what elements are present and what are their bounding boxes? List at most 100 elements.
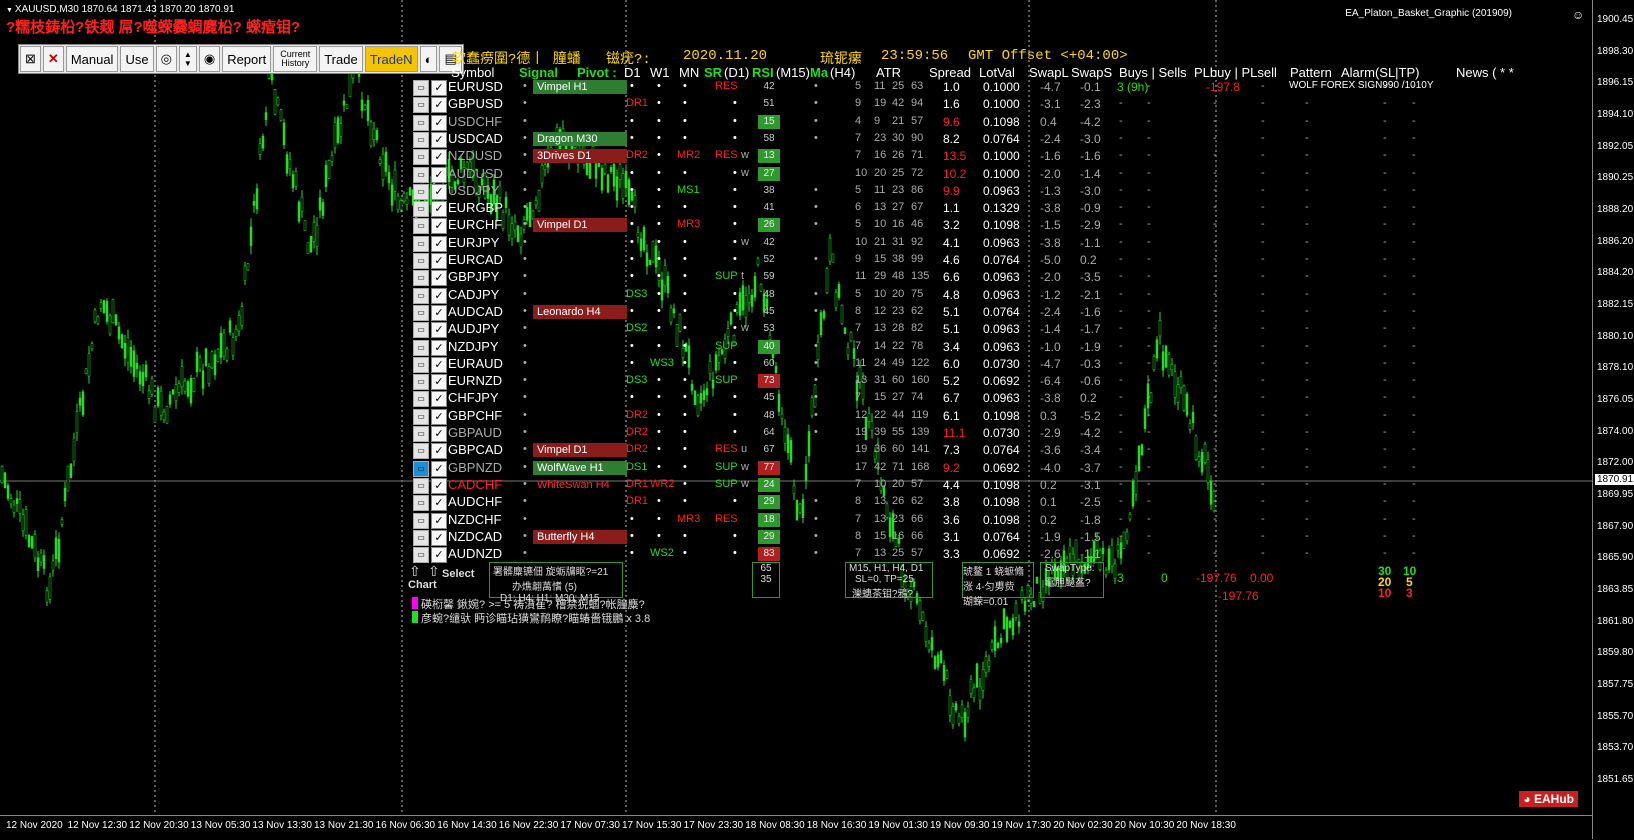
select-arrow-icon[interactable]: ⇧ <box>428 563 440 580</box>
open-chart-icon[interactable]: ▭ <box>413 270 429 287</box>
open-chart-icon[interactable]: ▭ <box>413 201 429 218</box>
open-chart-icon[interactable]: ▭ <box>413 235 429 252</box>
select-checkbox[interactable]: ✓ <box>431 426 447 442</box>
select-checkbox[interactable]: ✓ <box>431 97 447 114</box>
symbol-name[interactable]: EURGBP <box>448 200 503 215</box>
symbol-name[interactable]: NZDCHF <box>448 512 501 527</box>
symbol-name[interactable]: GBPAUD <box>448 425 502 440</box>
view-icon[interactable]: ◐ <box>419 46 438 72</box>
symbol-name[interactable]: GBPNZD <box>448 460 502 475</box>
open-chart-icon[interactable]: ▭ <box>413 391 429 408</box>
use-button[interactable]: Use <box>120 46 154 72</box>
symbol-name[interactable]: EURCHF <box>448 217 502 232</box>
open-chart-icon[interactable]: ▭ <box>413 529 429 546</box>
price-chart[interactable]: XAUUSD,M30 1870.64 1871.43 1870.20 1870.… <box>0 0 1592 815</box>
open-chart-icon[interactable]: ▭ <box>413 149 429 166</box>
symbol-name[interactable]: NZDCAD <box>448 529 502 544</box>
select-checkbox[interactable]: ✓ <box>431 374 447 391</box>
symbol-name[interactable]: GBPCAD <box>448 442 503 457</box>
manual-button[interactable]: Manual <box>65 46 119 72</box>
open-chart-icon[interactable]: ▭ <box>413 80 429 96</box>
select-checkbox[interactable]: ✓ <box>431 339 447 356</box>
open-chart-icon[interactable]: ▭ <box>413 460 429 477</box>
open-chart-icon[interactable]: ▭ <box>413 495 429 512</box>
tradeN-button[interactable]: TradeN <box>364 46 418 72</box>
select-checkbox[interactable]: ✓ <box>431 356 447 373</box>
select-checkbox[interactable]: ✓ <box>431 287 447 304</box>
open-chart-icon[interactable]: ▭ <box>413 114 429 131</box>
select-checkbox[interactable]: ✓ <box>431 322 447 339</box>
select-checkbox[interactable]: ✓ <box>431 460 447 477</box>
symbol-name[interactable]: AUDCHF <box>448 494 502 509</box>
open-chart-icon[interactable]: ▭ <box>413 356 429 373</box>
symbol-name[interactable]: GBPCHF <box>448 408 502 423</box>
symbol-name[interactable]: USDCAD <box>448 131 503 146</box>
select-checkbox[interactable]: ✓ <box>431 270 447 287</box>
symbol-name[interactable]: AUDJPY <box>448 321 499 336</box>
symbol-name[interactable]: EURUSD <box>448 79 503 94</box>
select-checkbox[interactable]: ✓ <box>431 183 447 200</box>
select-checkbox[interactable]: ✓ <box>431 512 447 529</box>
symbol-name[interactable]: CADCHF <box>448 477 502 492</box>
open-chart-icon[interactable]: ▭ <box>413 131 429 148</box>
open-chart-icon[interactable]: ▭ <box>413 374 429 391</box>
select-checkbox[interactable]: ✓ <box>431 201 447 218</box>
settings-eye-icon[interactable]: ◉ <box>198 46 221 72</box>
symbol-name[interactable]: USDCHF <box>448 114 502 129</box>
symbol-name[interactable]: NZDJPY <box>448 339 499 354</box>
select-checkbox[interactable]: ✓ <box>431 131 447 148</box>
open-chart-icon[interactable]: ▭ <box>413 477 429 494</box>
open-chart-icon[interactable]: ▭ <box>413 512 429 529</box>
select-checkbox[interactable]: ✓ <box>431 218 447 235</box>
open-chart-icon[interactable]: ▭ <box>413 408 429 425</box>
report-button[interactable]: Report <box>222 46 272 72</box>
symbol-name[interactable]: USDJPY <box>448 183 499 198</box>
select-checkbox[interactable]: ✓ <box>431 408 447 425</box>
symbol-name[interactable]: CADJPY <box>448 287 499 302</box>
price-scale[interactable]: 1900.45 1898.30 1896.15 1894.10 1892.05 1890.… <box>1592 0 1634 839</box>
open-chart-icon[interactable]: ▭ <box>413 287 429 304</box>
open-chart-icon[interactable]: ▭ <box>413 443 429 460</box>
select-checkbox[interactable]: ✓ <box>431 304 447 321</box>
symbol-name[interactable]: EURJPY <box>448 235 499 250</box>
open-chart-icon[interactable]: ▭ <box>413 304 429 321</box>
symbol-name[interactable]: AUDCAD <box>448 304 503 319</box>
select-checkbox[interactable]: ✓ <box>431 477 447 494</box>
open-chart-icon[interactable]: ▭ <box>413 253 429 269</box>
symbol-name[interactable]: GBPUSD <box>448 96 503 111</box>
spin-stepper-icon[interactable]: ▲ ▼ <box>178 46 197 72</box>
select-checkbox[interactable]: ✓ <box>431 80 447 96</box>
select-checkbox[interactable]: ✓ <box>431 253 447 269</box>
symbol-name[interactable]: GBPJPY <box>448 269 499 284</box>
eye-icon[interactable]: ◎ <box>155 46 177 72</box>
time-scale[interactable]: 12 Nov 2020 12 Nov 12:30 12 Nov 20:30 13 No… <box>0 815 1592 840</box>
symbol-name[interactable]: EURCAD <box>448 252 503 267</box>
symbol-name[interactable]: NZDUSD <box>448 148 502 163</box>
current-history-button[interactable]: Current History <box>273 46 318 72</box>
symbol-name[interactable]: EURAUD <box>448 356 503 371</box>
select-checkbox[interactable]: ✓ <box>431 114 447 131</box>
chart-arrow-icon[interactable]: ⇧ <box>409 563 421 580</box>
crosshair-icon[interactable]: ⊠ <box>20 46 41 72</box>
select-checkbox[interactable]: ✓ <box>431 149 447 166</box>
open-chart-icon[interactable]: ▭ <box>413 183 429 200</box>
symbol-name[interactable]: AUDNZD <box>448 546 502 561</box>
symbol-name[interactable]: AUDUSD <box>448 166 503 181</box>
select-checkbox[interactable]: ✓ <box>431 235 447 252</box>
open-chart-icon[interactable]: ▭ <box>413 322 429 339</box>
open-chart-icon[interactable]: ▭ <box>413 166 429 183</box>
select-checkbox[interactable]: ✓ <box>431 391 447 408</box>
select-checkbox[interactable]: ✓ <box>431 443 447 460</box>
symbol-name[interactable]: CHFJPY <box>448 390 499 405</box>
select-checkbox[interactable]: ✓ <box>431 529 447 546</box>
open-chart-icon[interactable]: ▭ <box>413 97 429 114</box>
select-checkbox[interactable]: ✓ <box>431 166 447 183</box>
open-chart-icon[interactable]: ▭ <box>413 218 429 235</box>
trade-button[interactable]: Trade <box>319 46 363 72</box>
symbol-name[interactable]: EURNZD <box>448 373 502 388</box>
open-chart-icon[interactable]: ▭ <box>413 426 429 442</box>
close-icon[interactable]: ✕ <box>42 46 64 72</box>
open-chart-icon[interactable]: ▭ <box>413 339 429 356</box>
select-checkbox[interactable]: ✓ <box>431 495 447 512</box>
open-chart-icon[interactable]: ▭ <box>413 547 429 564</box>
